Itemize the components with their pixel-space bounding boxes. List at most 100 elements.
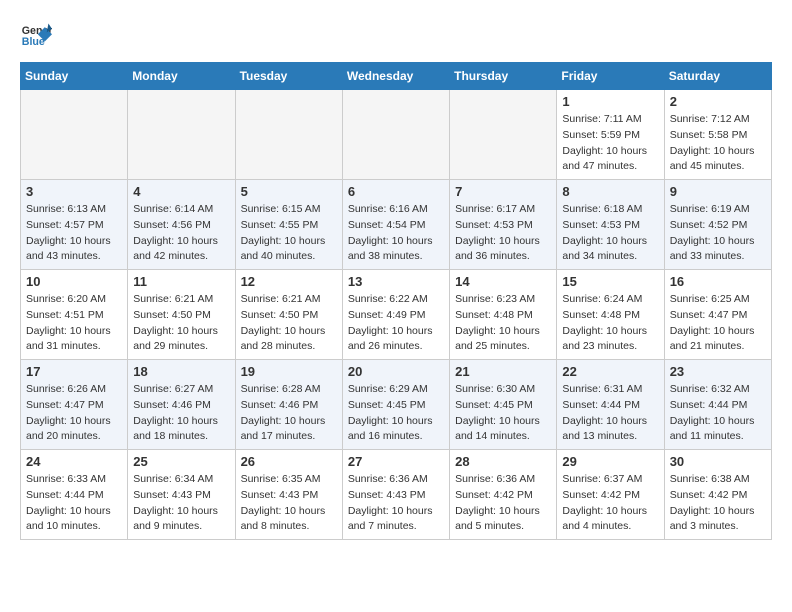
day-number: 11 bbox=[133, 274, 229, 289]
calendar-cell: 1 Sunrise: 7:11 AMSunset: 5:59 PMDaylight… bbox=[557, 90, 664, 180]
day-info: Sunrise: 6:22 AMSunset: 4:49 PMDaylight:… bbox=[348, 292, 444, 355]
day-info: Sunrise: 6:33 AMSunset: 4:44 PMDaylight:… bbox=[26, 472, 122, 535]
weekday-header-row: SundayMondayTuesdayWednesdayThursdayFrid… bbox=[21, 63, 772, 90]
page-header: General Blue bbox=[20, 20, 772, 52]
day-info: Sunrise: 6:15 AMSunset: 4:55 PMDaylight:… bbox=[241, 202, 337, 265]
calendar-cell: 30Sunrise: 6:38 AMSunset: 4:42 PMDayligh… bbox=[664, 450, 771, 540]
day-info: Sunrise: 6:16 AMSunset: 4:54 PMDaylight:… bbox=[348, 202, 444, 265]
calendar-cell: 3 Sunrise: 6:13 AMSunset: 4:57 PMDaylight… bbox=[21, 180, 128, 270]
calendar-cell: 6 Sunrise: 6:16 AMSunset: 4:54 PMDaylight… bbox=[342, 180, 449, 270]
calendar-cell: 12 Sunrise: 6:21 AMSunset: 4:50 PMDayligh… bbox=[235, 270, 342, 360]
logo: General Blue bbox=[20, 20, 52, 52]
calendar-cell: 2Sunrise: 7:12 AMSunset: 5:58 PMDaylight… bbox=[664, 90, 771, 180]
day-info: Sunrise: 7:12 AMSunset: 5:58 PMDaylight:… bbox=[670, 112, 766, 175]
weekday-header: Saturday bbox=[664, 63, 771, 90]
day-info: Sunrise: 6:17 AMSunset: 4:53 PMDaylight:… bbox=[455, 202, 551, 265]
day-number: 13 bbox=[348, 274, 444, 289]
day-number: 10 bbox=[26, 274, 122, 289]
day-info: Sunrise: 6:19 AMSunset: 4:52 PMDaylight:… bbox=[670, 202, 766, 265]
logo-icon: General Blue bbox=[20, 20, 52, 52]
weekday-header: Tuesday bbox=[235, 63, 342, 90]
day-info: Sunrise: 6:21 AMSunset: 4:50 PMDaylight:… bbox=[133, 292, 229, 355]
day-number: 16 bbox=[670, 274, 766, 289]
calendar-week-row: 24 Sunrise: 6:33 AMSunset: 4:44 PMDayligh… bbox=[21, 450, 772, 540]
calendar-cell: 7 Sunrise: 6:17 AMSunset: 4:53 PMDaylight… bbox=[450, 180, 557, 270]
day-info: Sunrise: 6:31 AMSunset: 4:44 PMDaylight:… bbox=[562, 382, 658, 445]
calendar-cell: 27 Sunrise: 6:36 AMSunset: 4:43 PMDayligh… bbox=[342, 450, 449, 540]
calendar-cell: 29 Sunrise: 6:37 AMSunset: 4:42 PMDayligh… bbox=[557, 450, 664, 540]
day-info: Sunrise: 6:35 AMSunset: 4:43 PMDaylight:… bbox=[241, 472, 337, 535]
calendar-cell: 21Sunrise: 6:30 AMSunset: 4:45 PMDayligh… bbox=[450, 360, 557, 450]
calendar-cell: 16 Sunrise: 6:25 AMSunset: 4:47 PMDayligh… bbox=[664, 270, 771, 360]
day-info: Sunrise: 6:25 AMSunset: 4:47 PMDaylight:… bbox=[670, 292, 766, 355]
calendar: SundayMondayTuesdayWednesdayThursdayFrid… bbox=[20, 62, 772, 540]
calendar-cell: 5 Sunrise: 6:15 AMSunset: 4:55 PMDaylight… bbox=[235, 180, 342, 270]
day-number: 14 bbox=[455, 274, 551, 289]
day-number: 29 bbox=[562, 454, 658, 469]
day-info: Sunrise: 6:13 AMSunset: 4:57 PMDaylight:… bbox=[26, 202, 122, 265]
day-info: Sunrise: 6:32 AMSunset: 4:44 PMDaylight:… bbox=[670, 382, 766, 445]
calendar-cell: 26 Sunrise: 6:35 AMSunset: 4:43 PMDayligh… bbox=[235, 450, 342, 540]
day-info: Sunrise: 6:36 AMSunset: 4:42 PMDaylight:… bbox=[455, 472, 551, 535]
calendar-cell: 11 Sunrise: 6:21 AMSunset: 4:50 PMDayligh… bbox=[128, 270, 235, 360]
day-number: 25 bbox=[133, 454, 229, 469]
calendar-cell: 25 Sunrise: 6:34 AMSunset: 4:43 PMDayligh… bbox=[128, 450, 235, 540]
day-info: Sunrise: 6:28 AMSunset: 4:46 PMDaylight:… bbox=[241, 382, 337, 445]
calendar-cell: 14 Sunrise: 6:23 AMSunset: 4:48 PMDayligh… bbox=[450, 270, 557, 360]
day-info: Sunrise: 6:20 AMSunset: 4:51 PMDaylight:… bbox=[26, 292, 122, 355]
weekday-header: Sunday bbox=[21, 63, 128, 90]
calendar-cell: 19 Sunrise: 6:28 AMSunset: 4:46 PMDayligh… bbox=[235, 360, 342, 450]
calendar-cell: 17Sunrise: 6:26 AMSunset: 4:47 PMDayligh… bbox=[21, 360, 128, 450]
calendar-cell: 28 Sunrise: 6:36 AMSunset: 4:42 PMDayligh… bbox=[450, 450, 557, 540]
calendar-cell: 24 Sunrise: 6:33 AMSunset: 4:44 PMDayligh… bbox=[21, 450, 128, 540]
weekday-header: Monday bbox=[128, 63, 235, 90]
calendar-cell: 23 Sunrise: 6:32 AMSunset: 4:44 PMDayligh… bbox=[664, 360, 771, 450]
calendar-cell: 4 Sunrise: 6:14 AMSunset: 4:56 PMDaylight… bbox=[128, 180, 235, 270]
day-info: Sunrise: 6:23 AMSunset: 4:48 PMDaylight:… bbox=[455, 292, 551, 355]
day-number: 26 bbox=[241, 454, 337, 469]
day-number: 23 bbox=[670, 364, 766, 379]
day-info: Sunrise: 6:14 AMSunset: 4:56 PMDaylight:… bbox=[133, 202, 229, 265]
calendar-week-row: 1 Sunrise: 7:11 AMSunset: 5:59 PMDaylight… bbox=[21, 90, 772, 180]
day-number: 28 bbox=[455, 454, 551, 469]
weekday-header: Friday bbox=[557, 63, 664, 90]
day-number: 19 bbox=[241, 364, 337, 379]
weekday-header: Thursday bbox=[450, 63, 557, 90]
calendar-week-row: 10 Sunrise: 6:20 AMSunset: 4:51 PMDayligh… bbox=[21, 270, 772, 360]
day-info: Sunrise: 6:36 AMSunset: 4:43 PMDaylight:… bbox=[348, 472, 444, 535]
day-number: 12 bbox=[241, 274, 337, 289]
day-info: Sunrise: 6:21 AMSunset: 4:50 PMDaylight:… bbox=[241, 292, 337, 355]
calendar-cell: 13 Sunrise: 6:22 AMSunset: 4:49 PMDayligh… bbox=[342, 270, 449, 360]
calendar-cell: 8Sunrise: 6:18 AMSunset: 4:53 PMDaylight… bbox=[557, 180, 664, 270]
day-info: Sunrise: 6:34 AMSunset: 4:43 PMDaylight:… bbox=[133, 472, 229, 535]
calendar-cell bbox=[342, 90, 449, 180]
day-info: Sunrise: 6:37 AMSunset: 4:42 PMDaylight:… bbox=[562, 472, 658, 535]
calendar-cell: 20Sunrise: 6:29 AMSunset: 4:45 PMDayligh… bbox=[342, 360, 449, 450]
day-info: Sunrise: 7:11 AMSunset: 5:59 PMDaylight:… bbox=[562, 112, 658, 175]
day-number: 4 bbox=[133, 184, 229, 199]
calendar-cell: 15 Sunrise: 6:24 AMSunset: 4:48 PMDayligh… bbox=[557, 270, 664, 360]
day-number: 22 bbox=[562, 364, 658, 379]
calendar-cell: 9 Sunrise: 6:19 AMSunset: 4:52 PMDaylight… bbox=[664, 180, 771, 270]
calendar-cell bbox=[128, 90, 235, 180]
calendar-cell bbox=[235, 90, 342, 180]
day-number: 9 bbox=[670, 184, 766, 199]
day-info: Sunrise: 6:24 AMSunset: 4:48 PMDaylight:… bbox=[562, 292, 658, 355]
weekday-header: Wednesday bbox=[342, 63, 449, 90]
calendar-week-row: 3 Sunrise: 6:13 AMSunset: 4:57 PMDaylight… bbox=[21, 180, 772, 270]
day-number: 24 bbox=[26, 454, 122, 469]
calendar-cell: 22 Sunrise: 6:31 AMSunset: 4:44 PMDayligh… bbox=[557, 360, 664, 450]
day-number: 1 bbox=[562, 94, 658, 109]
day-info: Sunrise: 6:38 AMSunset: 4:42 PMDaylight:… bbox=[670, 472, 766, 535]
calendar-cell: 10 Sunrise: 6:20 AMSunset: 4:51 PMDayligh… bbox=[21, 270, 128, 360]
day-number: 7 bbox=[455, 184, 551, 199]
day-number: 15 bbox=[562, 274, 658, 289]
calendar-week-row: 17Sunrise: 6:26 AMSunset: 4:47 PMDayligh… bbox=[21, 360, 772, 450]
day-number: 17 bbox=[26, 364, 122, 379]
day-number: 3 bbox=[26, 184, 122, 199]
day-number: 6 bbox=[348, 184, 444, 199]
day-number: 5 bbox=[241, 184, 337, 199]
day-number: 20 bbox=[348, 364, 444, 379]
day-number: 18 bbox=[133, 364, 229, 379]
day-number: 27 bbox=[348, 454, 444, 469]
